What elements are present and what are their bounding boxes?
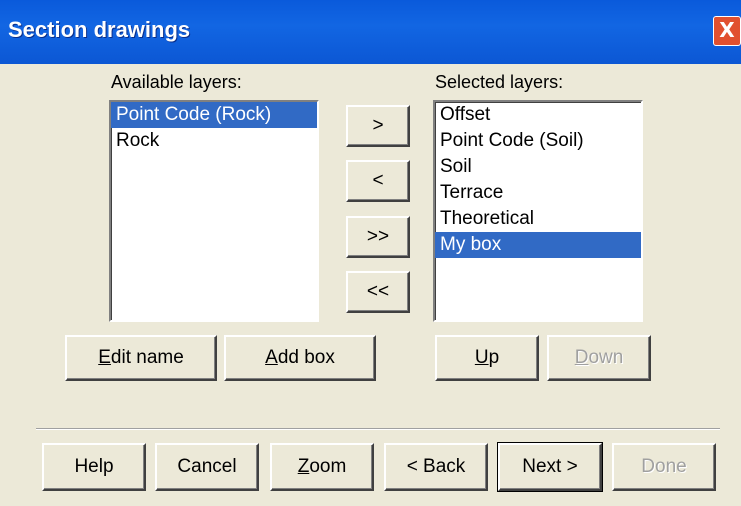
selected-layers-list[interactable]: Offset Point Code (Soil) Soil Terrace Th… <box>433 100 643 322</box>
add-box-button[interactable]: Add box <box>224 335 376 381</box>
zoom-label: Zoom <box>297 456 347 477</box>
selected-layer-item[interactable]: Point Code (Soil) <box>435 128 641 154</box>
next-button[interactable]: Next > <box>497 442 603 492</box>
cancel-label: Cancel <box>177 456 237 477</box>
close-icon: X <box>719 18 735 42</box>
done-label: Done <box>641 456 687 477</box>
up-label: Up <box>474 347 500 368</box>
double-chevron-right-icon: >> <box>366 226 390 247</box>
available-layer-item[interactable]: Rock <box>111 128 317 154</box>
move-down-button[interactable]: Down <box>547 335 651 381</box>
add-layer-button[interactable]: > <box>346 105 410 147</box>
remove-layer-button[interactable]: < <box>346 160 410 202</box>
selected-layer-item[interactable]: Terrace <box>435 180 641 206</box>
window-title: Section drawings <box>8 17 191 42</box>
done-button[interactable]: Done <box>612 443 716 491</box>
double-chevron-left-icon: << <box>366 281 390 302</box>
add-all-layers-button[interactable]: >> <box>346 216 410 258</box>
available-layers-list[interactable]: Point Code (Rock) Rock <box>109 100 319 322</box>
edit-name-label: Edit name <box>98 347 184 368</box>
down-label: Down <box>574 347 624 368</box>
edit-name-button[interactable]: Edit name <box>65 335 217 381</box>
title-bar: Section drawings X <box>0 0 741 65</box>
cancel-button[interactable]: Cancel <box>155 443 259 491</box>
footer-separator <box>36 428 720 430</box>
remove-all-layers-button[interactable]: << <box>346 271 410 313</box>
selected-layer-item[interactable]: Theoretical <box>435 206 641 232</box>
available-layers-label: Available layers: <box>111 72 242 92</box>
back-label: < Back <box>406 456 466 477</box>
available-layer-item[interactable]: Point Code (Rock) <box>111 102 317 128</box>
next-label: Next > <box>522 456 578 477</box>
selected-layers-label: Selected layers: <box>435 72 564 92</box>
back-button[interactable]: < Back <box>384 443 488 491</box>
help-button[interactable]: Help <box>42 443 146 491</box>
help-label: Help <box>74 456 114 477</box>
chevron-left-icon: < <box>372 170 384 191</box>
move-up-button[interactable]: Up <box>435 335 539 381</box>
selected-layer-item[interactable]: My box <box>435 232 641 258</box>
close-button[interactable]: X <box>713 16 741 46</box>
zoom-button[interactable]: Zoom <box>270 443 374 491</box>
chevron-right-icon: > <box>372 115 384 136</box>
selected-layer-item[interactable]: Offset <box>435 102 641 128</box>
add-box-label: Add box <box>265 347 335 368</box>
selected-layer-item[interactable]: Soil <box>435 154 641 180</box>
